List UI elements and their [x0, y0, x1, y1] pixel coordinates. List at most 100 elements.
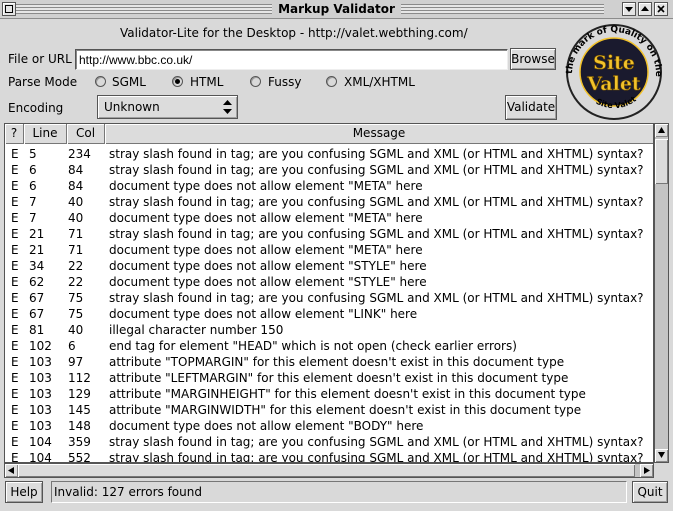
url-input[interactable] — [75, 49, 508, 70]
radio-xml-xhtml[interactable] — [326, 76, 337, 87]
scroll-down-button[interactable] — [655, 449, 668, 462]
cell-message: end tag for element "HEAD" which is not … — [109, 339, 517, 353]
cell-message: stray slash found in tag; are you confus… — [109, 195, 644, 209]
window-menu-button[interactable] — [2, 2, 16, 16]
table-row[interactable]: E 103 145 attribute "MARGINWIDTH" for this … — [5, 402, 653, 418]
vertical-scrollbar[interactable] — [654, 123, 669, 463]
table-row[interactable]: E 103 112 attribute "LEFTMARGIN" for this e… — [5, 370, 653, 386]
cell-message: stray slash found in tag; are you confus… — [109, 291, 644, 305]
maximize-button[interactable] — [638, 2, 652, 16]
table-row[interactable]: E 21 71 stray slash found in tag; are you c… — [5, 226, 653, 242]
scroll-corner — [654, 463, 669, 478]
results-table[interactable]: ? Line Col Message E 5 234 stray slash foun… — [4, 123, 654, 463]
radio-html[interactable] — [172, 76, 183, 87]
cell-type: E — [11, 291, 19, 305]
cell-col: 359 — [68, 435, 91, 449]
cell-line: 6 — [29, 163, 37, 177]
table-row[interactable]: E 7 40 document type does not allow element… — [5, 210, 653, 226]
cell-type: E — [11, 451, 19, 463]
cell-col: 552 — [68, 451, 91, 463]
cell-line: 67 — [29, 307, 45, 321]
table-row[interactable]: E 103 97 attribute "TOPMARGIN" for this ele… — [5, 354, 653, 370]
table-row[interactable]: E 103 148 document type does not allow elem… — [5, 418, 653, 434]
table-row[interactable]: E 81 40 illegal character number 150 — [5, 322, 653, 338]
table-row[interactable]: E 62 22 document type does not allow elemen… — [5, 274, 653, 290]
table-row[interactable]: E 103 129 attribute "MARGINHEIGHT" for this… — [5, 386, 653, 402]
col-header-line[interactable]: Line — [24, 124, 67, 144]
table-row[interactable]: E 67 75 document type does not allow elemen… — [5, 306, 653, 322]
cell-type: E — [11, 211, 19, 225]
cell-col: 40 — [68, 195, 84, 209]
url-label: File or URL — [8, 52, 72, 66]
cell-message: document type does not allow element "ME… — [109, 179, 423, 193]
cell-line: 81 — [29, 323, 45, 337]
cell-col: 145 — [68, 403, 91, 417]
cell-message: attribute "TOPMARGIN" for this element d… — [109, 355, 565, 369]
cell-line: 102 — [29, 339, 52, 353]
col-header-message[interactable]: Message — [105, 124, 653, 144]
logo-line1: Site — [593, 52, 635, 74]
horizontal-scroll-thumb[interactable] — [18, 464, 635, 477]
cell-type: E — [11, 195, 19, 209]
minimize-button[interactable] — [622, 2, 636, 16]
cell-line: 104 — [29, 451, 52, 463]
table-row[interactable]: E 5 234 stray slash found in tag; are you c… — [5, 146, 653, 162]
radio-sgml-label[interactable]: SGML — [112, 74, 146, 90]
table-row[interactable]: E 104 359 stray slash found in tag; are you… — [5, 434, 653, 450]
cell-message: stray slash found in tag; are you confus… — [109, 435, 644, 449]
parse-mode-label: Parse Mode — [8, 75, 78, 89]
cell-line: 6 — [29, 179, 37, 193]
maximize-icon — [641, 6, 649, 11]
cell-message: stray slash found in tag; are you confus… — [109, 147, 644, 161]
table-row[interactable]: E 21 71 document type does not allow elemen… — [5, 242, 653, 258]
cell-message: stray slash found in tag; are you confus… — [109, 163, 644, 177]
horizontal-scrollbar[interactable] — [4, 463, 654, 478]
cell-line: 21 — [29, 227, 45, 241]
col-header-col[interactable]: Col — [67, 124, 105, 144]
cell-message: document type does not allow element "ST… — [109, 259, 427, 273]
table-row[interactable]: E 102 6 end tag for element "HEAD" which is… — [5, 338, 653, 354]
table-row[interactable]: E 6 84 stray slash found in tag; are you co… — [5, 162, 653, 178]
title-bar[interactable]: Markup Validator — [0, 0, 673, 19]
col-header-type[interactable]: ? — [5, 124, 24, 144]
cell-type: E — [11, 243, 19, 257]
table-row[interactable]: E 7 40 stray slash found in tag; are you co… — [5, 194, 653, 210]
vertical-scroll-thumb[interactable] — [655, 139, 668, 184]
status-bar: Invalid: 127 errors found — [51, 481, 627, 503]
table-row[interactable]: E 6 84 document type does not allow element… — [5, 178, 653, 194]
cell-message: document type does not allow element "BO… — [109, 419, 424, 433]
cell-col: 112 — [68, 371, 91, 385]
window-title: Markup Validator — [272, 2, 401, 16]
radio-sgml[interactable] — [95, 76, 106, 87]
cell-line: 5 — [29, 147, 37, 161]
cell-col: 40 — [68, 211, 84, 225]
cell-line: 34 — [29, 259, 45, 273]
radio-fussy-label[interactable]: Fussy — [268, 74, 301, 90]
close-button[interactable] — [654, 2, 668, 16]
table-row[interactable]: E 34 22 document type does not allow elemen… — [5, 258, 653, 274]
scroll-right-button[interactable] — [640, 464, 653, 477]
cell-col: 22 — [68, 259, 84, 273]
encoding-select-value: Unknown — [104, 100, 160, 114]
cell-line: 104 — [29, 435, 52, 449]
cell-col: 71 — [68, 243, 84, 257]
table-row[interactable]: E 67 75 stray slash found in tag; are you c… — [5, 290, 653, 306]
scroll-up-button[interactable] — [655, 124, 668, 137]
cell-type: E — [11, 275, 19, 289]
browse-button[interactable]: Browse — [510, 48, 556, 70]
scroll-left-button[interactable] — [5, 464, 18, 477]
cell-type: E — [11, 163, 19, 177]
table-header: ? Line Col Message — [5, 124, 653, 144]
cell-line: 62 — [29, 275, 45, 289]
encoding-select[interactable]: Unknown — [97, 95, 238, 119]
quit-button[interactable]: Quit — [632, 481, 668, 503]
radio-fussy[interactable] — [250, 76, 261, 87]
cell-type: E — [11, 419, 19, 433]
radio-html-label[interactable]: HTML — [190, 74, 223, 90]
validate-button[interactable]: Validate — [505, 95, 557, 120]
help-button[interactable]: Help — [5, 481, 43, 503]
cell-col: 71 — [68, 227, 84, 241]
radio-xml-xhtml-label[interactable]: XML/XHTML — [344, 74, 415, 90]
table-row[interactable]: E 104 552 stray slash found in tag; are you… — [5, 450, 653, 463]
cell-type: E — [11, 323, 19, 337]
